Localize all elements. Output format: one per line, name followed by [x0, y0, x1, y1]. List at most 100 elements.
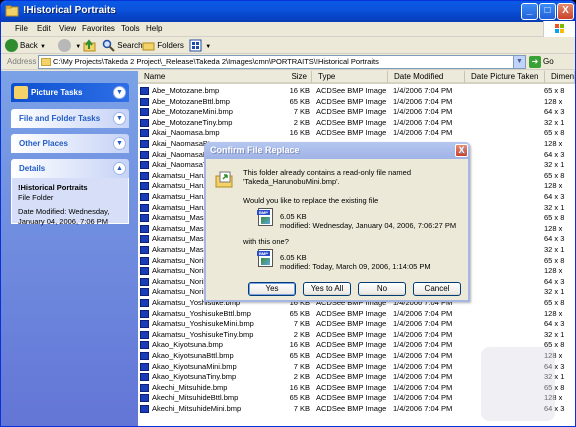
bmp-file-icon	[140, 87, 149, 95]
cell-date: 1/4/2006 7:04 PM	[393, 404, 453, 413]
chevron-down-icon[interactable]: ▼	[113, 137, 126, 150]
bmp-file-icon	[140, 299, 149, 307]
cell-size: 65 KB	[289, 96, 310, 106]
bmp-file-icon	[140, 108, 149, 117]
up-folder-button[interactable]	[83, 38, 96, 53]
menu-edit[interactable]: Edit	[37, 24, 51, 33]
column-type[interactable]: Type	[312, 71, 388, 84]
cell-date: 1/4/2006 7:04 PM	[393, 361, 453, 371]
column-date-taken[interactable]: Date Picture Taken	[465, 71, 545, 84]
cell-dim: 65 x 8	[544, 255, 565, 265]
cell-size: 7 KB	[293, 319, 310, 329]
picture-tasks-header[interactable]: Picture Tasks ▼	[11, 83, 129, 102]
bmp-file-icon	[140, 246, 149, 254]
details-header[interactable]: Details ▲	[11, 159, 129, 178]
table-row[interactable]: Akamatsu_YoshisukeMini.bmp 7 KB ACDSee BMP…	[138, 319, 575, 330]
cell-type: ACDSee BMP Image	[316, 107, 387, 117]
cell-name: Akai_Naomasa.bmp	[152, 128, 220, 138]
menu-tools[interactable]: Tools	[121, 24, 140, 33]
existing-file-size: 6.05 KB	[280, 212, 307, 221]
menu-help[interactable]: Help	[146, 24, 162, 33]
cell-dim: 32 x 1	[544, 160, 565, 170]
menu-favorites[interactable]: Favorites	[82, 24, 115, 33]
folders-button[interactable]: Folders	[142, 38, 184, 53]
table-row[interactable]: Abe_Motozane.bmp 16 KB ACDSee BMP Image 1/4…	[138, 86, 575, 97]
cell-type: ACDSee BMP Image	[316, 361, 387, 371]
window-title: !Historical Portraits	[23, 5, 116, 16]
details-modified-line1: Date Modified: Wednesday,	[18, 207, 110, 216]
forward-dropdown-icon: ▼	[75, 44, 82, 50]
picture-icon	[14, 86, 28, 99]
cell-type: ACDSee BMP Image	[316, 86, 387, 95]
go-button[interactable]: ➜ Go	[529, 55, 554, 69]
bmp-file-icon	[140, 235, 149, 244]
details-name: !Historical Portraits	[18, 183, 88, 192]
folder-icon	[5, 5, 19, 17]
cell-dim: 128 x	[544, 266, 563, 276]
bmp-file-icon	[140, 118, 149, 127]
maximize-button[interactable]: □	[539, 3, 556, 20]
cell-dim: 128 x	[544, 96, 563, 106]
cell-name: Akamatsu_YoshisukeMini.bmp	[152, 319, 254, 329]
cell-type: ACDSee BMP Image	[316, 340, 387, 350]
cell-type: ACDSee BMP Image	[316, 351, 387, 360]
explorer-window: !Historical Portraits _ □ X File Edit Vi…	[0, 0, 576, 427]
cell-type: ACDSee BMP Image	[316, 372, 387, 382]
other-places-label: Other Places	[19, 139, 68, 148]
chevron-down-icon[interactable]: ▼	[113, 112, 126, 125]
address-dropdown-icon[interactable]: ▼	[513, 56, 525, 68]
bmp-picture-icon	[261, 217, 270, 224]
yes-button[interactable]: Yes	[248, 282, 296, 296]
search-button[interactable]: Search	[102, 38, 143, 53]
column-date-modified[interactable]: Date Modified	[388, 71, 465, 84]
file-folder-tasks-header[interactable]: File and Folder Tasks ▼	[11, 109, 129, 128]
back-button[interactable]: Back ▼	[5, 38, 46, 53]
cell-name: Akechi_MitsuhideMini.bmp	[152, 404, 242, 413]
cancel-button[interactable]: Cancel	[413, 282, 461, 296]
picture-tasks-label: Picture Tasks	[31, 88, 83, 97]
no-button[interactable]: No	[358, 282, 406, 296]
menu-bar: File Edit View Favorites Tools Help	[1, 22, 575, 37]
dialog-close-button[interactable]: X	[455, 144, 468, 157]
bmp-file-icon	[140, 352, 149, 360]
dialog-with-this: with this one?	[243, 237, 289, 246]
chevron-up-icon[interactable]: ▲	[113, 162, 126, 175]
title-bar[interactable]: !Historical Portraits _ □ X	[1, 1, 575, 22]
chevron-down-icon[interactable]: ▼	[113, 86, 126, 99]
cell-dim: 65 x 8	[544, 128, 565, 138]
table-row[interactable]: Akamatsu_YoshisukeTiny.bmp 2 KB ACDSee BMP…	[138, 330, 575, 341]
table-row[interactable]: Abe_MotozaneBttl.bmp 65 KB ACDSee BMP Imag…	[138, 97, 575, 108]
cell-size: 16 KB	[289, 86, 310, 95]
bmp-file-icon	[140, 362, 149, 371]
views-button[interactable]: ▼	[189, 38, 211, 53]
column-size[interactable]: Size	[288, 71, 312, 84]
cell-type: ACDSee BMP Image	[316, 96, 387, 106]
bmp-file-icon	[140, 129, 149, 138]
other-places-header[interactable]: Other Places ▼	[11, 134, 129, 153]
task-pane: Picture Tasks ▼ File and Folder Tasks ▼ …	[1, 71, 138, 426]
table-row[interactable]: Abe_MotozaneMini.bmp 7 KB ACDSee BMP Image…	[138, 107, 575, 118]
menu-view[interactable]: View	[59, 24, 76, 33]
cell-dim: 65 x 8	[544, 213, 565, 223]
minimize-button[interactable]: _	[521, 3, 538, 20]
close-button[interactable]: X	[557, 3, 574, 20]
address-input[interactable]: C:\My Projects\Takeda 2 Project\_Release…	[38, 55, 526, 69]
column-name[interactable]: Name	[138, 71, 298, 84]
table-row[interactable]: Akai_Naomasa.bmp 16 KB ACDSee BMP Image 1/4…	[138, 128, 575, 139]
cell-date: 1/4/2006 7:04 PM	[393, 340, 453, 350]
yes-to-all-button[interactable]: Yes to All	[303, 282, 351, 296]
go-arrow-icon: ➜	[529, 56, 541, 68]
cell-dim: 65 x 8	[544, 298, 565, 307]
back-label: Back	[20, 41, 38, 50]
menu-file[interactable]: File	[15, 24, 28, 33]
dialog-filename: 'Takeda_HarunobuMini.bmp'.	[243, 177, 340, 186]
bmp-file-icon	[140, 309, 149, 318]
bmp-file-icon	[140, 171, 149, 180]
bmp-picture-icon	[261, 258, 270, 265]
table-row[interactable]: Abe_MotozaneTiny.bmp 2 KB ACDSee BMP Image…	[138, 118, 575, 129]
forward-button[interactable]: ▼	[58, 38, 81, 53]
column-dimensions[interactable]: Dimen	[545, 71, 575, 84]
cell-dim: 32 x 1	[544, 329, 565, 339]
dialog-title-bar[interactable]: Confirm File Replace X	[204, 142, 470, 159]
table-row[interactable]: Akamatsu_YoshisukeBttl.bmp 65 KB ACDSee BM…	[138, 309, 575, 320]
